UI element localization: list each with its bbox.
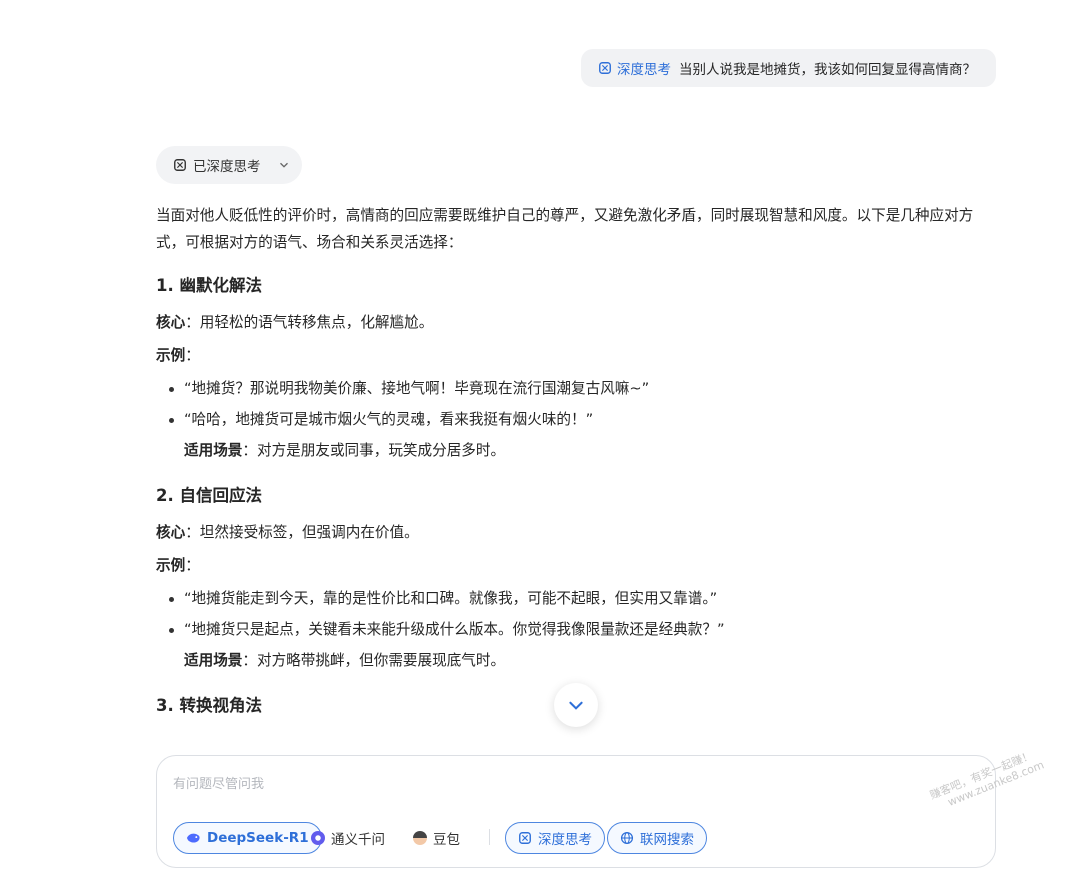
- toggle-label: 深度思考: [538, 832, 592, 848]
- section-core: 核心：坦然接受标签，但强调内在价值。: [156, 521, 998, 545]
- assistant-answer: 当面对他人贬低性的评价时，高情商的回应需要既维护自己的尊严，又避免激化矛盾，同时…: [156, 203, 998, 731]
- list-item: “地摊货能走到今天，靠的是性价比和口碑。就像我，可能不起眼，但实用又靠谱。”: [156, 587, 998, 611]
- globe-icon: [620, 831, 634, 845]
- section-heading: 1. 幽默化解法: [156, 275, 262, 295]
- core-text: ：用轻松的语气转移焦点，化解尴尬。: [185, 313, 434, 331]
- model-label: 通义千问: [331, 832, 385, 848]
- scene-label: 适用场景: [184, 651, 243, 669]
- core-label: 核心: [156, 313, 186, 331]
- model-doubao-button[interactable]: 豆包: [401, 822, 472, 854]
- section-example-label: 示例：: [156, 554, 998, 578]
- example-label: 示例: [156, 556, 186, 574]
- section-example-label: 示例：: [156, 344, 998, 368]
- think-toggle-label: 已深度思考: [193, 159, 261, 175]
- core-text: ：坦然接受标签，但强调内在价值。: [185, 523, 419, 541]
- deep-think-icon: [174, 159, 186, 171]
- deep-think-tag: 深度思考: [598, 58, 671, 78]
- example-list: “地摊货能走到今天，靠的是性价比和口碑。就像我，可能不起眼，但实用又靠谱。” “…: [156, 587, 998, 642]
- list-item: “地摊货只是起点，关键看未来能升级成什么版本。你觉得我像限量款还是经典款？”: [156, 618, 998, 642]
- scroll-to-bottom-button[interactable]: [554, 683, 598, 727]
- user-message-text: 当别人说我是地摊货，我该如何回复显得高情商？: [679, 62, 976, 78]
- core-label: 核心: [156, 523, 186, 541]
- section-scene: 适用场景：对方是朋友或同事，玩笑成分居多时。: [156, 439, 998, 463]
- list-item: “地摊货？那说明我物美价廉、接地气啊！毕竟现在流行国潮复古风嘛~”: [156, 377, 998, 401]
- chat-input-box[interactable]: 有问题尽管问我 DeepSeek-R1 通义千问 豆包 深度思考 联网搜索: [156, 755, 996, 868]
- deep-think-tag-label: 深度思考: [617, 62, 671, 78]
- section-heading: 2. 自信回应法: [156, 485, 262, 505]
- scene-text: ：对方是朋友或同事，玩笑成分居多时。: [242, 441, 506, 459]
- chevron-down-icon: [569, 701, 583, 710]
- toggle-label: 联网搜索: [640, 832, 694, 848]
- deep-think-icon: [599, 62, 611, 74]
- doubao-avatar-icon: [413, 831, 427, 845]
- example-colon: ：: [185, 556, 200, 574]
- example-colon: ：: [185, 346, 200, 364]
- model-tongyi-button[interactable]: 通义千问: [299, 822, 397, 854]
- deep-think-icon: [519, 832, 531, 844]
- chevron-down-icon: [279, 162, 288, 168]
- example-list: “地摊货？那说明我物美价廉、接地气啊！毕竟现在流行国潮复古风嘛~” “哈哈，地摊…: [156, 377, 998, 432]
- scene-label: 适用场景: [184, 441, 243, 459]
- toolbar-divider: [489, 829, 490, 845]
- example-label: 示例: [156, 346, 186, 364]
- section-scene: 适用场景：对方略带挑衅，但你需要展现底气时。: [156, 649, 998, 673]
- answer-intro: 当面对他人贬低性的评价时，高情商的回应需要既维护自己的尊严，又避免激化矛盾，同时…: [156, 207, 974, 251]
- user-message-bubble: 深度思考 当别人说我是地摊货，我该如何回复显得高情商？: [581, 49, 996, 87]
- scene-text: ：对方略带挑衅，但你需要展现底气时。: [242, 651, 506, 669]
- chat-input[interactable]: 有问题尽管问我: [173, 773, 264, 792]
- list-item: “哈哈，地摊货可是城市烟火气的灵魂，看来我挺有烟火味的！”: [156, 408, 998, 432]
- chat-page: 深度思考 当别人说我是地摊货，我该如何回复显得高情商？ 已深度思考 当面对他人贬…: [0, 0, 1078, 879]
- model-label: DeepSeek-R1: [207, 830, 309, 846]
- deep-think-toggle-button[interactable]: 深度思考: [505, 822, 605, 854]
- deepseek-whale-icon: [186, 833, 200, 843]
- tongyi-icon: [311, 831, 325, 845]
- think-process-toggle[interactable]: 已深度思考: [156, 146, 302, 184]
- web-search-toggle-button[interactable]: 联网搜索: [607, 822, 707, 854]
- section-core: 核心：用轻松的语气转移焦点，化解尴尬。: [156, 311, 998, 335]
- model-label: 豆包: [433, 832, 460, 848]
